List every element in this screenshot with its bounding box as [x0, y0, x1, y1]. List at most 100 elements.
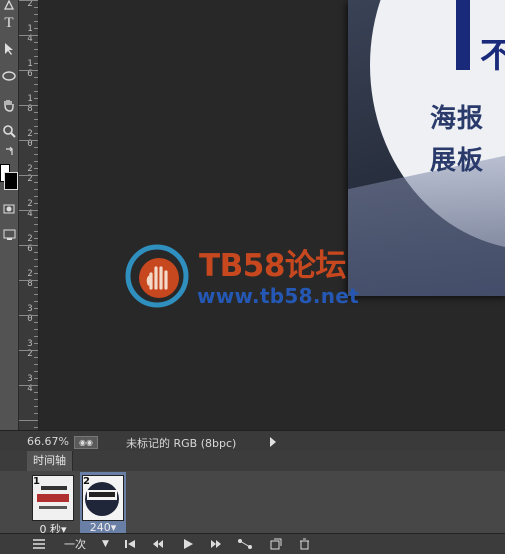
status-menu-arrow-icon[interactable]: [270, 437, 276, 447]
ruler-tick: [34, 119, 38, 120]
type-tool-icon[interactable]: T: [0, 12, 18, 34]
timeline-frame-2[interactable]: 2 240▾: [80, 472, 126, 536]
path-selection-tool-icon[interactable]: [0, 38, 18, 60]
background-color-swatch[interactable]: [4, 172, 18, 190]
timeline-panel-header: 时间轴: [0, 451, 505, 472]
color-swatches[interactable]: [0, 162, 18, 192]
poster-text-line2: 展板: [430, 146, 485, 176]
ruler-tick: [34, 217, 38, 218]
ruler-tick: [19, 385, 38, 386]
loop-options-label: 一次: [64, 538, 86, 551]
type-tool-glyph: T: [4, 14, 14, 31]
ruler-label-prefix: 1: [27, 59, 33, 69]
ruler-tick: [34, 147, 38, 148]
ruler-label: 8: [27, 279, 33, 289]
hand-tool-icon[interactable]: [0, 94, 18, 116]
ruler-tick: [34, 63, 38, 64]
ruler-label: 0: [27, 139, 33, 149]
tween-icon: [238, 539, 252, 549]
ruler-tick: [34, 203, 38, 204]
ruler-tick: [34, 336, 38, 337]
ruler-label-prefix: 2: [27, 234, 33, 244]
ruler-tick: [34, 231, 38, 232]
ruler-tick: [34, 259, 38, 260]
ruler-tick: [34, 266, 38, 267]
ruler-tick: [19, 245, 38, 246]
ruler-tick: [19, 315, 38, 316]
ruler-tick: [34, 399, 38, 400]
tab-timeline[interactable]: 时间轴: [27, 451, 73, 471]
ruler-tick: [34, 413, 38, 414]
next-frame-button[interactable]: [206, 534, 226, 554]
first-frame-button[interactable]: [120, 534, 140, 554]
ruler-tick: [34, 364, 38, 365]
ruler-tick: [34, 133, 38, 134]
screen-mode-icon[interactable]: [0, 224, 18, 246]
tool-strip: T: [0, 0, 19, 430]
play-button[interactable]: [178, 534, 198, 554]
watermark-url: www.tb58.net: [197, 284, 360, 308]
ruler-tick: [34, 98, 38, 99]
status-bar: 66.67% ◉◉ 未标记的 RGB (8bpc): [0, 430, 505, 452]
ruler-label-prefix: 2: [27, 129, 33, 139]
ruler-tick: [19, 175, 38, 176]
duplicate-frame-button[interactable]: [266, 534, 286, 554]
ruler-tick: [34, 322, 38, 323]
ruler-label-prefix: 3: [27, 339, 33, 349]
ruler-tick: [34, 84, 38, 85]
ruler-tick: [19, 35, 38, 36]
new-frame-icon: [270, 538, 282, 550]
delete-frame-button[interactable]: [294, 534, 314, 554]
ruler-tick: [34, 49, 38, 50]
vertical-ruler: 121416182022242628303234: [19, 0, 39, 430]
ruler-label-prefix: 2: [27, 164, 33, 174]
tween-button[interactable]: [234, 534, 256, 554]
zoom-level[interactable]: 66.67%: [27, 435, 69, 448]
play-icon: [184, 539, 193, 549]
panel-menu-icon[interactable]: [30, 534, 48, 554]
previous-frame-button[interactable]: [148, 534, 168, 554]
ruler-tick: [34, 91, 38, 92]
frame-number: 2: [83, 476, 90, 487]
previous-frame-icon: [153, 540, 163, 548]
timeline-controls: 一次 ▼: [0, 533, 505, 554]
ruler-tick: [34, 427, 38, 428]
ruler-tick: [34, 371, 38, 372]
ruler-label: 8: [27, 104, 33, 114]
loop-options-select[interactable]: 一次 ▼: [58, 534, 116, 554]
watermark-logo-icon: [125, 244, 189, 308]
poster-big-glyph: 不: [480, 36, 505, 76]
poster-blue-bar: [456, 0, 470, 70]
ruler-tick: [34, 182, 38, 183]
ellipse-shape-tool-icon[interactable]: [0, 65, 18, 87]
quick-mask-icon[interactable]: [0, 198, 18, 220]
ruler-tick: [34, 168, 38, 169]
ruler-label-prefix: 3: [27, 374, 33, 384]
ruler-tick: [19, 70, 38, 71]
swap-colors-icon[interactable]: [0, 141, 18, 163]
ruler-tick: [34, 357, 38, 358]
document-info: 未标记的 RGB (8bpc): [126, 437, 237, 450]
next-frame-icon: [211, 540, 221, 548]
chevron-down-icon: ▼: [102, 539, 109, 549]
ruler-tick: [34, 196, 38, 197]
first-frame-icon: [125, 540, 135, 548]
status-info-icon[interactable]: ◉◉: [74, 436, 98, 449]
canvas-area[interactable]: 不 海报 展板 TB58论坛 www.tb58.net: [39, 0, 505, 430]
watermark-title: TB58论坛: [199, 248, 346, 284]
ruler-label: 2: [27, 349, 33, 359]
ruler-tick: [34, 161, 38, 162]
ruler-tick: [19, 280, 38, 281]
ruler-label: 2: [27, 174, 33, 184]
ruler-tick: [19, 350, 38, 351]
ruler-label: 0: [27, 314, 33, 324]
ruler-tick: [19, 420, 38, 421]
ruler-label-prefix: 2: [27, 199, 33, 209]
ruler-label: 4: [27, 384, 33, 394]
zoom-tool-icon[interactable]: [0, 120, 18, 142]
ruler-label-prefix: 2: [27, 269, 33, 279]
ruler-tick: [34, 154, 38, 155]
ruler-tick: [34, 378, 38, 379]
timeline-frame-1[interactable]: 1 0 秒▾: [30, 472, 76, 536]
ruler-tick: [34, 189, 38, 190]
